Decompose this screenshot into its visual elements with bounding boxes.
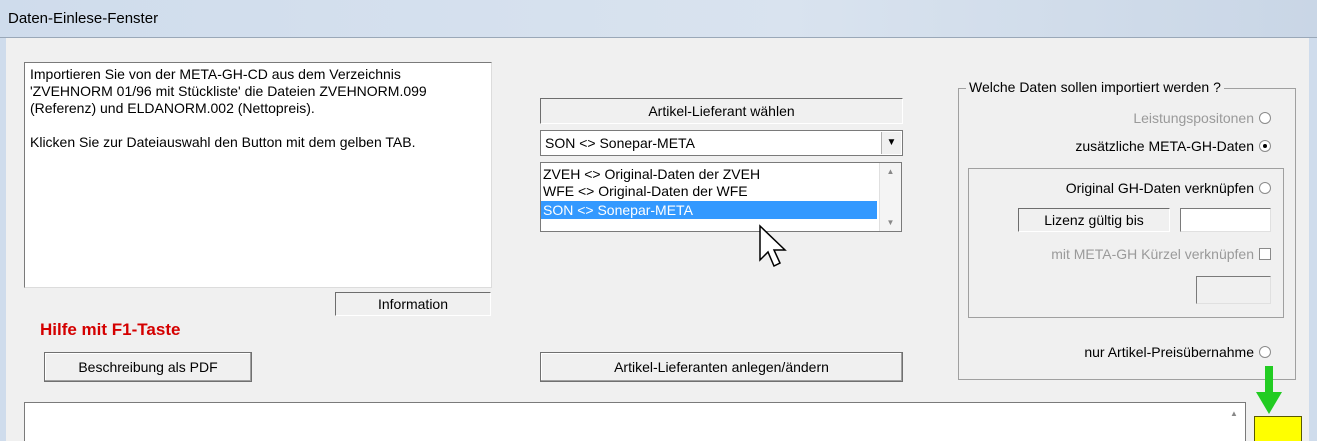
kuerzel-field (1196, 276, 1271, 304)
supplier-combobox[interactable]: SON <> Sonepar-META ▼ (540, 130, 903, 156)
radio-meta-gh-daten-label: zusätzliche META-GH-Daten (1075, 138, 1254, 154)
import-group-caption: Welche Daten sollen importiert werden ? (966, 79, 1224, 95)
radio-leistungspositionen[interactable]: Leistungspositonen (1133, 110, 1271, 126)
yellow-tab-file-select-button[interactable] (1254, 416, 1302, 441)
supplier-dropdown-list[interactable]: ZVEH <> Original-Daten der ZVEH WFE <> O… (540, 162, 902, 232)
title-bar: Daten-Einlese-Fenster (0, 0, 1317, 38)
mouse-cursor-icon (759, 224, 787, 268)
help-hint: Hilfe mit F1-Taste (40, 320, 181, 339)
radio-meta-gh-daten[interactable]: zusätzliche META-GH-Daten (1075, 138, 1271, 154)
file-list-area[interactable]: ▲ (24, 402, 1246, 441)
supplier-selected-value: SON <> Sonepar-META (545, 135, 695, 151)
information-label: Information (335, 292, 491, 316)
radio-preisuebernahme[interactable]: nur Artikel-Preisübernahme (1084, 344, 1271, 360)
scroll-down-icon[interactable]: ▼ (880, 214, 901, 231)
radio-preisuebernahme-label: nur Artikel-Preisübernahme (1084, 344, 1254, 360)
radio-button-icon[interactable] (1259, 182, 1271, 194)
checkbox-meta-kuerzel[interactable]: mit META-GH Kürzel verknüpfen (1051, 246, 1271, 262)
pdf-description-button[interactable]: Beschreibung als PDF (44, 352, 252, 382)
window-frame-left (0, 38, 6, 441)
license-date-field[interactable] (1180, 208, 1271, 232)
radio-original-gh[interactable]: Original GH-Daten verknüpfen (1066, 180, 1271, 196)
radio-button-icon[interactable] (1259, 346, 1271, 358)
license-label: Lizenz gültig bis (1018, 208, 1170, 232)
window-frame-right (1309, 38, 1317, 441)
info-paragraph-2: Klicken Sie zur Dateiauswahl den Button … (30, 134, 416, 150)
manage-suppliers-button[interactable]: Artikel-Lieferanten anlegen/ändern (540, 352, 903, 382)
window-title: Daten-Einlese-Fenster (8, 10, 159, 27)
scroll-up-icon[interactable]: ▲ (880, 163, 901, 180)
dropdown-scrollbar[interactable]: ▲ ▼ (879, 163, 901, 231)
radio-leistungspositionen-label: Leistungspositonen (1133, 110, 1254, 126)
radio-original-gh-label: Original GH-Daten verknüpfen (1065, 180, 1254, 196)
radio-button-icon[interactable] (1259, 112, 1271, 124)
supplier-header: Artikel-Lieferant wählen (540, 98, 903, 124)
supplier-option-son[interactable]: SON <> Sonepar-META (541, 201, 877, 219)
supplier-option-zveh[interactable]: ZVEH <> Original-Daten der ZVEH (541, 165, 877, 183)
checkbox-icon[interactable] (1259, 248, 1271, 260)
info-text-box: Importieren Sie von der META-GH-CD aus d… (24, 62, 492, 288)
green-arrow-icon (1256, 366, 1282, 414)
supplier-option-wfe[interactable]: WFE <> Original-Daten der WFE (541, 182, 877, 200)
chevron-down-icon[interactable]: ▼ (881, 132, 901, 154)
scroll-up-icon[interactable]: ▲ (1225, 405, 1243, 423)
checkbox-meta-kuerzel-label: mit META-GH Kürzel verknüpfen (1051, 246, 1254, 262)
radio-button-checked-icon[interactable] (1259, 140, 1271, 152)
info-paragraph-1: Importieren Sie von der META-GH-CD aus d… (30, 66, 427, 116)
